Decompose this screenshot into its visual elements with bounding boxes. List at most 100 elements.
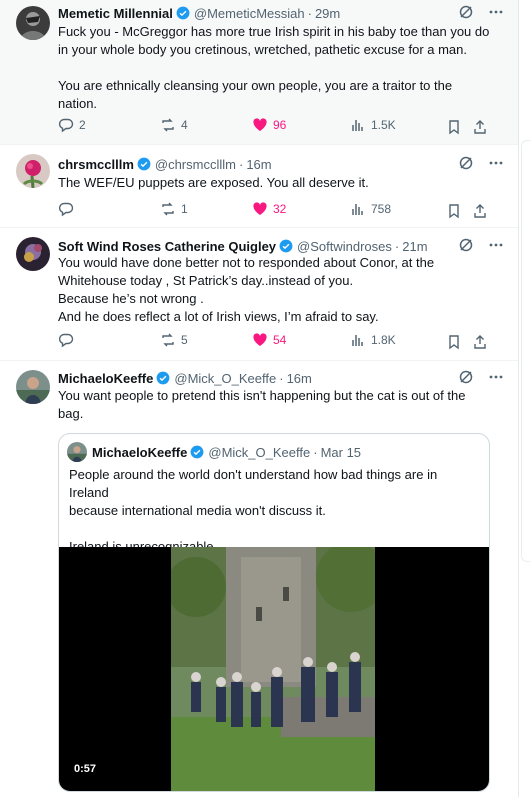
repost-icon bbox=[162, 202, 174, 216]
views-button[interactable]: 1.8K bbox=[350, 332, 396, 348]
avatar[interactable] bbox=[16, 370, 50, 404]
timeline: Memetic Millennial @MemeticMessiah · 29m… bbox=[0, 0, 519, 797]
share-icon[interactable] bbox=[472, 203, 488, 219]
bookmark-icon[interactable] bbox=[446, 334, 462, 350]
separator: · bbox=[279, 370, 284, 386]
handle[interactable]: @Softwindroses bbox=[297, 239, 392, 254]
bookmark-icon[interactable] bbox=[446, 203, 462, 219]
display-name[interactable]: Soft Wind Roses Catherine Quigley bbox=[58, 239, 276, 254]
bookmark-icon[interactable] bbox=[446, 119, 462, 135]
avatar[interactable] bbox=[16, 6, 50, 40]
repost-count: 5 bbox=[181, 333, 188, 347]
verified-badge-icon bbox=[137, 157, 151, 171]
more-icon[interactable] bbox=[488, 4, 504, 20]
text-line: You are ethnically cleansing your own pe… bbox=[58, 78, 453, 93]
like-icon bbox=[253, 202, 267, 215]
view-count: 1.8K bbox=[371, 333, 396, 347]
avatar[interactable] bbox=[16, 154, 50, 188]
repost-count: 1 bbox=[181, 202, 188, 216]
handle[interactable]: @Mick_O_Keeffe bbox=[174, 371, 276, 386]
repost-icon bbox=[162, 118, 174, 132]
views-button[interactable]: 758 bbox=[350, 201, 391, 217]
verified-badge-icon bbox=[156, 371, 170, 385]
like-icon bbox=[253, 333, 267, 346]
views-icon bbox=[352, 204, 363, 215]
handle[interactable]: @MemeticMessiah bbox=[194, 6, 305, 21]
view-count: 758 bbox=[371, 202, 392, 216]
tweet-2[interactable]: chrsmcclllm @chrsmcclllm · 16m The WEF/E… bbox=[0, 144, 518, 228]
separator: · bbox=[238, 156, 244, 172]
views-icon bbox=[352, 120, 363, 131]
more-icon[interactable] bbox=[488, 237, 504, 253]
repost-button[interactable]: 5 bbox=[160, 332, 188, 348]
handle[interactable]: @chrsmcclllm bbox=[155, 157, 236, 172]
repost-button[interactable]: 4 bbox=[160, 117, 188, 133]
tweet-text: You want people to pretend this isn't ha… bbox=[58, 387, 502, 423]
text-line: nation. bbox=[58, 96, 98, 111]
handle[interactable]: @Mick_O_Keeffe bbox=[208, 445, 310, 460]
verified-badge-icon bbox=[279, 239, 293, 253]
text-line: People around the world don't understand… bbox=[69, 467, 438, 500]
quoted-tweet-text: People around the world don't understand… bbox=[69, 466, 479, 556]
tweet-1[interactable]: Memetic Millennial @MemeticMessiah · 29m… bbox=[0, 0, 518, 145]
share-icon[interactable] bbox=[472, 334, 488, 350]
timestamp[interactable]: 16m bbox=[246, 157, 271, 172]
like-button[interactable]: 54 bbox=[252, 332, 286, 348]
grok-icon[interactable] bbox=[458, 4, 474, 20]
tweet-header: chrsmcclllm @chrsmcclllm · 16m bbox=[58, 154, 504, 174]
grok-icon[interactable] bbox=[458, 237, 474, 253]
reply-button[interactable] bbox=[58, 332, 79, 348]
text-line: The WEF/EU puppets are exposed. You all … bbox=[58, 175, 369, 190]
more-icon[interactable] bbox=[488, 369, 504, 385]
tweet-3[interactable]: Soft Wind Roses Catherine Quigley @Softw… bbox=[0, 227, 518, 361]
text-line: Because he’s not wrong . bbox=[58, 291, 204, 306]
tweet-text: You would have done better not to respon… bbox=[58, 254, 502, 326]
text-line: You want people to pretend this isn't ha… bbox=[58, 388, 466, 403]
views-button[interactable]: 1.5K bbox=[350, 117, 396, 133]
avatar[interactable] bbox=[16, 237, 50, 271]
display-name[interactable]: MichaeloKeeffe bbox=[92, 445, 187, 460]
like-button[interactable]: 96 bbox=[252, 117, 286, 133]
view-count: 1.5K bbox=[371, 118, 396, 132]
reply-icon bbox=[58, 333, 74, 348]
display-name[interactable]: Memetic Millennial bbox=[58, 6, 173, 21]
reply-icon bbox=[58, 118, 74, 133]
tweet-actions: 1 32 758 bbox=[58, 201, 498, 221]
timestamp[interactable]: Mar 15 bbox=[321, 445, 361, 460]
like-icon bbox=[253, 118, 267, 131]
display-name[interactable]: chrsmcclllm bbox=[58, 157, 134, 172]
like-count: 96 bbox=[273, 118, 287, 132]
timestamp[interactable]: 29m bbox=[315, 6, 340, 21]
tweet-4[interactable]: MichaeloKeeffe @Mick_O_Keeffe · 16m You … bbox=[0, 360, 518, 797]
timestamp[interactable]: 16m bbox=[287, 371, 312, 386]
like-button[interactable]: 32 bbox=[252, 201, 286, 217]
quoted-tweet[interactable]: MichaeloKeeffe @Mick_O_Keeffe · Mar 15 P… bbox=[58, 433, 490, 792]
tweet-text: Fuck you - McGreggor has more true Irish… bbox=[58, 23, 502, 113]
video-duration: 0:57 bbox=[69, 761, 102, 777]
avatar[interactable] bbox=[67, 442, 87, 462]
tweet-header: Soft Wind Roses Catherine Quigley @Softw… bbox=[58, 236, 504, 256]
reply-button[interactable] bbox=[58, 201, 79, 217]
tweet-text: The WEF/EU puppets are exposed. You all … bbox=[58, 174, 502, 192]
reply-button[interactable]: 2 bbox=[58, 117, 86, 133]
share-icon[interactable] bbox=[472, 119, 488, 135]
video-player[interactable]: 0:57 bbox=[59, 547, 489, 791]
views-icon bbox=[352, 335, 363, 346]
verified-badge-icon bbox=[190, 445, 204, 459]
timestamp[interactable]: 21m bbox=[402, 239, 427, 254]
grok-icon[interactable] bbox=[458, 155, 474, 171]
display-name[interactable]: MichaeloKeeffe bbox=[58, 371, 153, 386]
reply-count: 2 bbox=[79, 118, 86, 132]
right-rail-edge bbox=[519, 0, 530, 797]
tweet-actions: 5 54 1.8K bbox=[58, 332, 498, 352]
tweet-header: MichaeloKeeffe @Mick_O_Keeffe · 16m bbox=[58, 368, 504, 388]
separator: · bbox=[307, 5, 312, 21]
text-line: Fuck you - McGreggor has more true Irish… bbox=[58, 24, 490, 39]
repost-icon bbox=[162, 333, 174, 347]
separator: · bbox=[394, 238, 400, 254]
more-icon[interactable] bbox=[488, 155, 504, 171]
repost-count: 4 bbox=[181, 118, 188, 132]
repost-button[interactable]: 1 bbox=[160, 201, 188, 217]
text-line: And he does reflect a lot of Irish views… bbox=[58, 309, 379, 324]
grok-icon[interactable] bbox=[458, 369, 474, 385]
